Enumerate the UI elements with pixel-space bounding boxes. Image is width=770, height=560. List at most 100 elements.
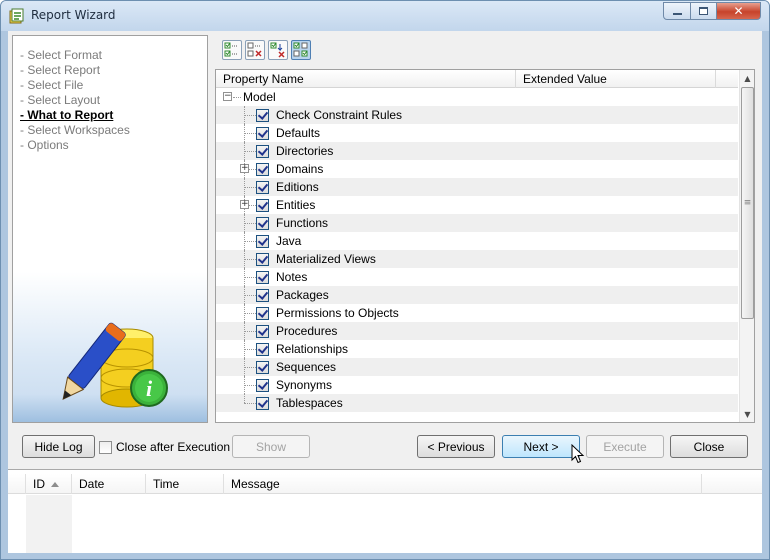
tree-item-label: Relationships [276, 342, 349, 356]
maximize-button[interactable] [691, 2, 717, 20]
minimize-button[interactable] [663, 2, 691, 20]
close-icon: ✕ [733, 4, 744, 18]
tree-item-label: Domains [276, 162, 324, 176]
tree-row[interactable]: Materialized Views [216, 250, 738, 268]
expand-icon[interactable]: + [240, 164, 249, 173]
tree-row[interactable]: Check Constraint Rules [216, 106, 738, 124]
log-grid-header: ID Date Time Message [8, 474, 762, 494]
what-to-report-tree: Property Name Extended Value − Model Che… [215, 69, 755, 423]
tree-row[interactable]: + Entities [216, 196, 738, 214]
time-column-header[interactable]: Time [146, 474, 224, 494]
tree-row[interactable]: Functions [216, 214, 738, 232]
tree-item-checkbox[interactable] [256, 289, 269, 302]
next-button[interactable]: Next > [502, 435, 580, 458]
tree-row[interactable]: Directories [216, 142, 738, 160]
wizard-step-6[interactable]: - Options [20, 138, 130, 153]
tree-item-checkbox[interactable] [256, 127, 269, 140]
tree-item-label: Notes [276, 270, 308, 284]
app-icon [9, 8, 24, 24]
close-button[interactable]: Close [670, 435, 748, 458]
close-window-button[interactable]: ✕ [717, 2, 761, 20]
id-column-header[interactable]: ID [26, 474, 72, 494]
tree-item-checkbox[interactable] [256, 397, 269, 410]
tree-row[interactable]: Procedures [216, 322, 738, 340]
tree-row[interactable]: Permissions to Objects [216, 304, 738, 322]
tree-item-checkbox[interactable] [256, 253, 269, 266]
wizard-step-5[interactable]: - Select Workspaces [20, 123, 130, 138]
report-pencil-database-icon: i [62, 322, 168, 408]
tree-rows: − Model Check Constraint Rules Defaults Di… [216, 88, 738, 412]
tree-item-checkbox[interactable] [256, 217, 269, 230]
uncheck-all-icon [247, 42, 262, 57]
tree-item-checkbox[interactable] [256, 199, 269, 212]
tree-root-label: Model [243, 90, 276, 104]
tree-vertical-scrollbar[interactable]: ▲ ≡ ▼ [739, 70, 754, 422]
tree-item-checkbox[interactable] [256, 235, 269, 248]
tree-row[interactable]: Packages [216, 286, 738, 304]
tree-row[interactable]: Tablespaces [216, 394, 738, 412]
wizard-steps-panel: - Select Format - Select Report - Select F… [12, 35, 208, 423]
show-button[interactable]: Show [232, 435, 310, 458]
wizard-step-2[interactable]: - Select File [20, 78, 130, 93]
wizard-step-0[interactable]: - Select Format [20, 48, 130, 63]
wizard-client-area: - Select Format - Select Report - Select F… [8, 31, 762, 553]
tree-item-label: Synonyms [276, 378, 333, 392]
date-column-header[interactable]: Date [72, 474, 146, 494]
tree-row[interactable]: Editions [216, 178, 738, 196]
title-bar[interactable]: Report Wizard ✕ [1, 1, 769, 31]
tree-item-checkbox[interactable] [256, 343, 269, 356]
collapse-icon[interactable]: − [223, 92, 232, 101]
tree-item-checkbox[interactable] [256, 325, 269, 338]
wizard-step-1[interactable]: - Select Report [20, 63, 130, 78]
tree-item-checkbox[interactable] [256, 379, 269, 392]
tree-row[interactable]: Defaults [216, 124, 738, 142]
checkbox-box[interactable] [99, 440, 112, 454]
scroll-down-arrow-icon[interactable]: ▼ [740, 406, 754, 422]
tree-item-checkbox[interactable] [256, 361, 269, 374]
toggle-checks-button[interactable] [291, 40, 311, 60]
tree-item-checkbox[interactable] [256, 271, 269, 284]
tree-row[interactable]: Synonyms [216, 376, 738, 394]
expand-icon[interactable]: + [240, 200, 249, 209]
check-all-icon [224, 42, 238, 57]
tree-item-label: Functions [276, 216, 329, 230]
extended-value-column-header[interactable]: Extended Value [516, 70, 716, 88]
previous-button[interactable]: < Previous [417, 435, 495, 458]
tree-item-label: Packages [276, 288, 329, 302]
tree-item-label: Check Constraint Rules [276, 108, 403, 122]
tree-row[interactable]: + Domains [216, 160, 738, 178]
hide-log-button[interactable]: Hide Log [22, 435, 95, 458]
check-toolbar [222, 40, 311, 60]
property-name-column-header[interactable]: Property Name [216, 70, 516, 88]
svg-text:i: i [146, 376, 153, 401]
tree-item-label: Materialized Views [276, 252, 376, 266]
tree-row[interactable]: Relationships [216, 340, 738, 358]
message-column-header[interactable]: Message [224, 474, 702, 494]
tree-row[interactable]: Java [216, 232, 738, 250]
wizard-step-3[interactable]: - Select Layout [20, 93, 130, 108]
tree-item-checkbox[interactable] [256, 145, 269, 158]
tree-grid-header: Property Name Extended Value [216, 70, 738, 88]
wizard-step-4[interactable]: - What to Report [20, 108, 130, 123]
tree-item-checkbox[interactable] [256, 307, 269, 320]
check-all-button[interactable] [222, 40, 242, 60]
tree-row-root[interactable]: − Model [216, 88, 738, 106]
tree-row[interactable]: Sequences [216, 358, 738, 376]
tree-item-checkbox[interactable] [256, 163, 269, 176]
reset-checks-button[interactable] [268, 40, 288, 60]
tree-item-checkbox[interactable] [256, 109, 269, 122]
log-panel: ID Date Time Message [8, 469, 762, 553]
log-row-header-area [26, 495, 72, 553]
tree-item-label: Editions [276, 180, 319, 194]
tree-item-checkbox[interactable] [256, 181, 269, 194]
execute-button[interactable]: Execute [586, 435, 664, 458]
window-title: Report Wizard [31, 8, 116, 22]
close-after-execution-checkbox[interactable]: Close after Execution [99, 440, 230, 454]
maximize-icon [699, 7, 708, 15]
tree-item-label: Tablespaces [276, 396, 343, 410]
tree-row[interactable]: Notes [216, 268, 738, 286]
scroll-thumb[interactable]: ≡ [741, 87, 754, 319]
scroll-up-arrow-icon[interactable]: ▲ [740, 70, 754, 86]
tree-item-label: Defaults [276, 126, 321, 140]
uncheck-all-button[interactable] [245, 40, 265, 60]
